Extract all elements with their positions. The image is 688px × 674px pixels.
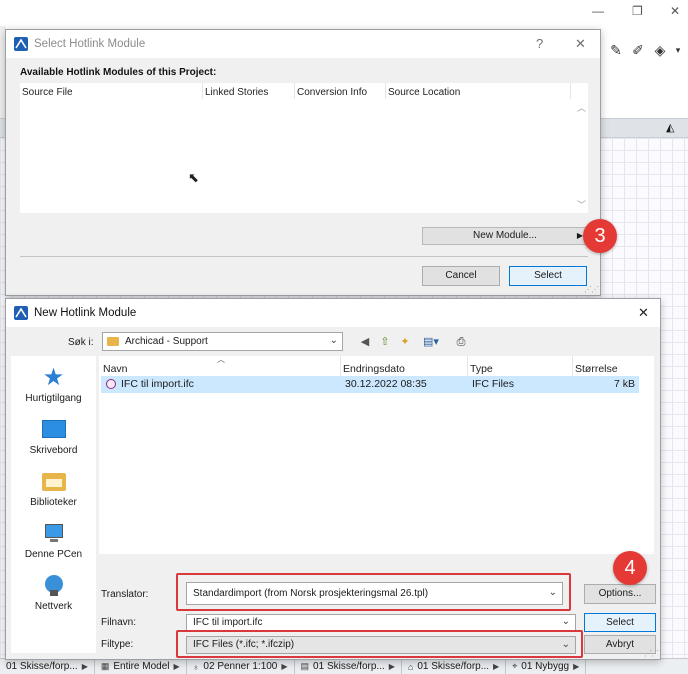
- statusbar-item[interactable]: ♁ 02 Penner 1:100 ▶: [187, 659, 295, 674]
- place-desktop[interactable]: Skrivebord: [11, 418, 96, 456]
- sort-ascending-icon: ︿: [217, 355, 225, 364]
- dialog-titlebar: Select Hotlink Module ? ✕: [6, 30, 600, 58]
- chevron-down-icon: ⌄: [329, 335, 338, 346]
- divider: [20, 256, 588, 257]
- modules-list[interactable]: Source File Linked Stories Conversion In…: [20, 83, 588, 213]
- up-folder-icon[interactable]: ⇧: [378, 335, 392, 349]
- place-libraries[interactable]: Biblioteker: [11, 470, 96, 508]
- column-type[interactable]: Type: [470, 363, 493, 375]
- column-size[interactable]: Størrelse: [575, 363, 618, 375]
- computer-icon: [41, 522, 67, 546]
- filetype-label: Filtype:: [101, 639, 134, 650]
- desktop-icon: [41, 418, 67, 442]
- statusbar-item[interactable]: ▦ Entire Model ▶: [95, 659, 187, 674]
- pen-icon: ♁: [192, 661, 200, 672]
- new-hotlink-module-dialog: New Hotlink Module ✕ Søk i: Archicad - S…: [5, 298, 661, 660]
- chevron-down-icon[interactable]: ▾: [670, 41, 686, 59]
- view-icon: ⌂: [407, 661, 414, 672]
- column-header[interactable]: Linked Stories: [205, 87, 268, 98]
- layer-icon: ▤: [300, 661, 310, 671]
- places-bar: ★ Hurtigtilgang Skrivebord Biblioteker D…: [11, 356, 96, 653]
- new-module-button[interactable]: New Module... ▶: [422, 227, 588, 245]
- statusbar-item[interactable]: ▤ 01 Skisse/forp... ▶: [295, 659, 402, 674]
- dialog-titlebar: New Hotlink Module ✕: [6, 299, 660, 327]
- close-icon[interactable]: ✕: [638, 305, 649, 321]
- column-name[interactable]: Navn: [103, 363, 128, 375]
- dialog-title: New Hotlink Module: [34, 307, 137, 319]
- column-header[interactable]: Source Location: [388, 87, 460, 98]
- view-menu-icon[interactable]: ▤▾: [420, 335, 442, 349]
- app-toolbar: ✎ ✐ ◈ ▾: [600, 38, 688, 64]
- model-icon: ▦: [100, 661, 110, 671]
- renovation-icon: ⌖: [512, 661, 518, 671]
- resize-grip-icon[interactable]: ⋰⋰: [584, 285, 599, 294]
- resize-grip-icon[interactable]: ⋰⋰: [644, 649, 659, 658]
- statusbar-item[interactable]: ⌂ 01 Skisse/forp... ▶: [402, 659, 507, 674]
- paint-icon[interactable]: ◈: [652, 41, 668, 59]
- column-header[interactable]: Source File: [22, 87, 73, 98]
- select-hotlink-module-dialog: Select Hotlink Module ? ✕ Available Hotl…: [5, 29, 601, 296]
- column-date[interactable]: Endringsdato: [343, 363, 405, 375]
- archicad-icon: [14, 306, 28, 320]
- filetype-highlight: [176, 630, 583, 658]
- file-date: 30.12.2022 08:35: [345, 378, 427, 390]
- chevron-down-icon: ⌄: [561, 616, 570, 627]
- ifc-file-icon: [106, 379, 116, 389]
- network-icon: [41, 574, 67, 598]
- mouse-cursor-icon: ⬉: [188, 170, 199, 185]
- step-badge-4: 4: [613, 551, 647, 585]
- preview-icon[interactable]: ⎙: [454, 335, 468, 349]
- place-quick-access[interactable]: ★ Hurtigtilgang: [11, 364, 96, 405]
- scroll-up-icon[interactable]: ︿: [577, 101, 586, 114]
- eyedropper-icon[interactable]: ✎: [608, 41, 624, 59]
- translator-label: Translator:: [101, 589, 149, 600]
- view-icon[interactable]: ◭: [666, 121, 674, 134]
- cancel-button[interactable]: Cancel: [422, 266, 500, 286]
- filename-label: Filnavn:: [101, 617, 137, 628]
- help-icon[interactable]: ?: [536, 36, 543, 51]
- new-folder-icon[interactable]: ✦: [398, 335, 412, 349]
- dialog-title: Select Hotlink Module: [34, 38, 146, 50]
- archicad-icon: [14, 37, 28, 51]
- step-badge-3: 3: [583, 219, 617, 253]
- place-network[interactable]: Nettverk: [11, 574, 96, 612]
- select-button[interactable]: Select: [509, 266, 587, 286]
- file-name: IFC til import.ifc: [121, 378, 194, 390]
- restore-icon[interactable]: ❐: [632, 4, 643, 18]
- libraries-icon: [41, 470, 67, 494]
- place-this-pc[interactable]: Denne PCen: [11, 522, 96, 560]
- filename-field[interactable]: IFC til import.ifc ⌄: [186, 614, 576, 631]
- select-button[interactable]: Select: [584, 613, 656, 632]
- back-icon[interactable]: ◀: [358, 335, 372, 349]
- file-size: 7 kB: [613, 378, 635, 390]
- file-row[interactable]: IFC til import.ifc 30.12.2022 08:35 IFC …: [101, 376, 639, 393]
- folder-icon: [107, 337, 119, 346]
- file-type: IFC Files: [472, 378, 514, 390]
- look-in-label: Søk i:: [68, 337, 94, 348]
- star-icon: ★: [42, 364, 65, 391]
- inject-icon[interactable]: ✐: [630, 41, 646, 59]
- column-header[interactable]: Conversion Info: [297, 87, 367, 98]
- translator-highlight: [176, 573, 571, 611]
- list-scrollbar[interactable]: ︿ ﹀: [574, 83, 588, 213]
- statusbar-item[interactable]: ⌖ 01 Nybygg ▶: [506, 659, 587, 674]
- app-titlebar: — ❐ ✕: [0, 0, 688, 26]
- close-icon[interactable]: ✕: [575, 36, 586, 52]
- statusbar-item[interactable]: 01 Skisse/forp... ▶: [0, 659, 95, 674]
- options-button[interactable]: Options...: [584, 584, 656, 604]
- look-in-dropdown[interactable]: Archicad - Support ⌄: [102, 332, 343, 351]
- scroll-down-icon[interactable]: ﹀: [577, 198, 586, 211]
- minimize-icon[interactable]: —: [592, 4, 604, 18]
- status-bar: 01 Skisse/forp... ▶ ▦ Entire Model ▶ ♁ 02 Pe…: [0, 658, 688, 674]
- file-list[interactable]: ︿ Navn Endringsdato Type Størrelse IFC t…: [99, 355, 654, 554]
- modules-heading: Available Hotlink Modules of this Projec…: [20, 67, 217, 78]
- close-app-icon[interactable]: ✕: [670, 4, 680, 18]
